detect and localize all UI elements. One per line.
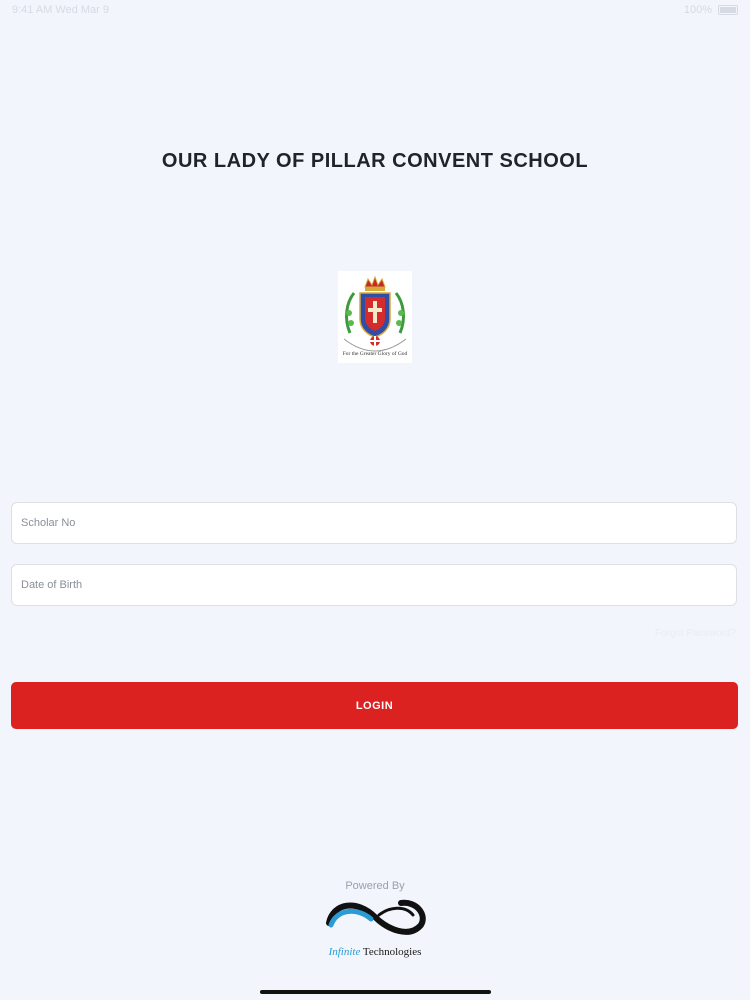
crest-motto: For the Greater Glory of God: [343, 350, 408, 357]
page-title: OUR LADY OF PILLAR CONVENT SCHOOL: [161, 150, 589, 172]
forgot-password-link[interactable]: Forgot Password?: [655, 628, 736, 639]
infinite-technologies-logo-icon: [326, 899, 426, 935]
status-bar: 9:41 AM Wed Mar 9 100%: [0, 0, 750, 20]
battery-percent: 100%: [683, 4, 712, 16]
scholar-no-input[interactable]: [11, 502, 737, 544]
date-of-birth-input[interactable]: [11, 564, 737, 606]
school-crest-icon: For the Greater Glory of God: [338, 271, 412, 363]
home-indicator: [260, 990, 491, 994]
status-time: 9:41 AM Wed Mar 9: [12, 4, 110, 16]
brand-name: Infinite Technologies: [0, 946, 750, 958]
login-screen: 9:41 AM Wed Mar 9 100% OUR LADY OF PILLA…: [0, 0, 750, 1000]
brand-name-rest: Technologies: [360, 946, 422, 958]
status-right: 100%: [684, 4, 738, 16]
battery-icon: [718, 5, 738, 15]
powered-by-label: Powered By: [345, 880, 405, 892]
login-button[interactable]: LOGIN: [11, 682, 738, 729]
brand-name-accent: Infinite: [328, 946, 361, 958]
